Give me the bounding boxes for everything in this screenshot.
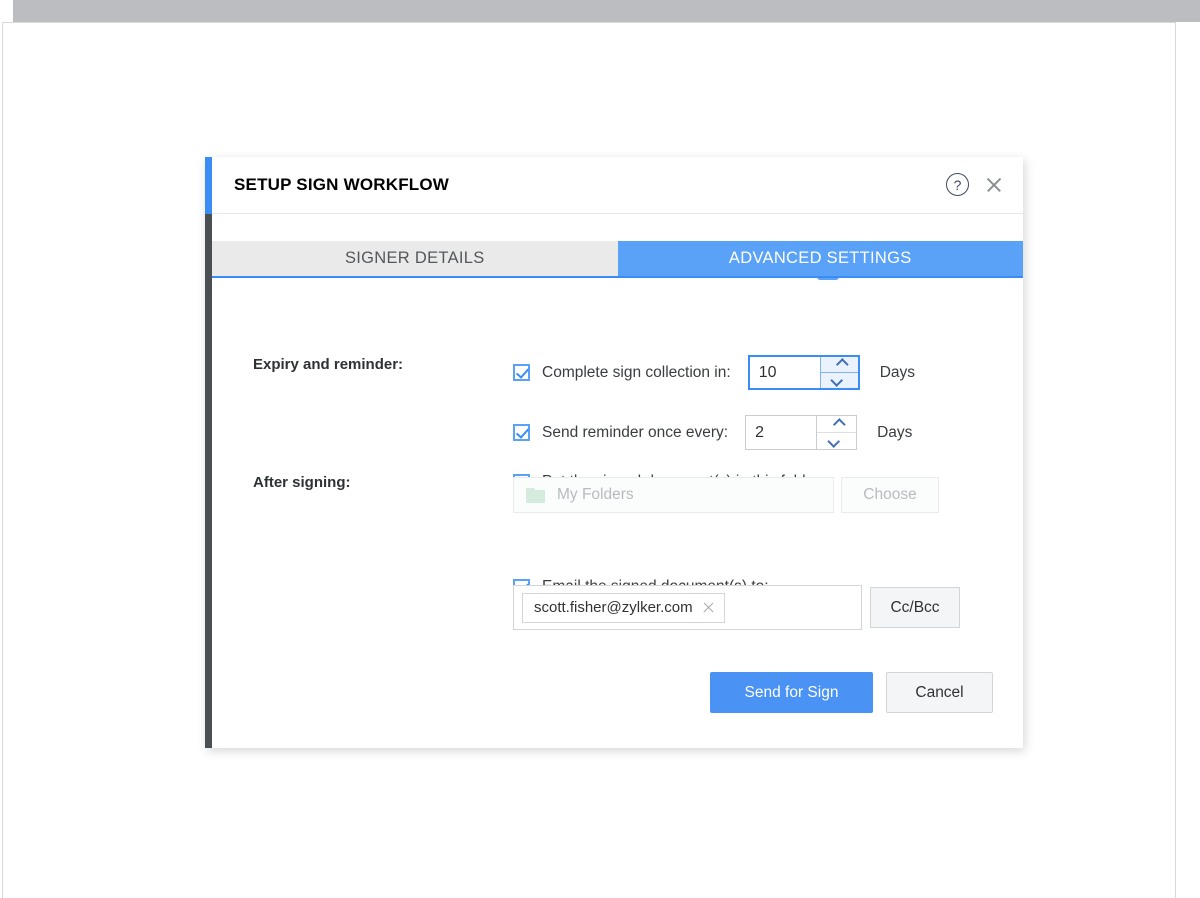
dialog-body: Expiry and reminder: Complete sign colle…	[212, 280, 1023, 748]
dialog-sidebar-bar	[205, 214, 212, 748]
complete-sign-checkbox[interactable]	[513, 364, 530, 381]
complete-sign-decrement[interactable]	[820, 372, 858, 388]
send-reminder-increment[interactable]	[817, 416, 857, 432]
browser-top-bar	[13, 0, 1200, 22]
folder-placeholder: My Folders	[557, 486, 634, 503]
send-reminder-input[interactable]	[746, 416, 817, 449]
dialog-tabs: SIGNER DETAILS ADVANCED SETTINGS	[212, 241, 1023, 278]
dialog-accent-bar	[205, 157, 212, 214]
tab-signer-details-label: SIGNER DETAILS	[344, 249, 485, 267]
screen: SETUP SIGN WORKFLOW ? SIGNER DETAILS ADV…	[0, 0, 1200, 898]
page-title: SETUP SIGN WORKFLOW	[234, 175, 450, 194]
expiry-section-label: Expiry and reminder:	[253, 356, 404, 373]
help-icon[interactable]: ?	[946, 173, 969, 196]
tab-signer-details[interactable]: SIGNER DETAILS	[212, 241, 618, 276]
setup-sign-workflow-dialog: SETUP SIGN WORKFLOW ? SIGNER DETAILS ADV…	[205, 157, 1023, 748]
email-input[interactable]: scott.fisher@zylker.com	[513, 585, 862, 630]
remove-recipient-icon[interactable]	[702, 601, 715, 614]
complete-sign-increment[interactable]	[820, 357, 858, 372]
tab-advanced-settings[interactable]: ADVANCED SETTINGS	[617, 241, 1023, 276]
send-reminder-spinners	[816, 416, 857, 449]
send-reminder-unit: Days	[877, 423, 913, 441]
dialog-actions: Send for Sign Cancel	[710, 672, 993, 713]
complete-sign-spinners	[819, 357, 858, 388]
email-recipient-chip[interactable]: scott.fisher@zylker.com	[522, 592, 725, 623]
send-reminder-checkbox[interactable]	[513, 424, 530, 441]
email-recipients-row: scott.fisher@zylker.com Cc/Bcc	[513, 585, 960, 630]
header-icon-group: ?	[946, 173, 1005, 196]
complete-sign-row: Complete sign collection in: Days	[513, 355, 915, 390]
complete-sign-unit: Days	[879, 363, 916, 381]
dialog-header: SETUP SIGN WORKFLOW ?	[212, 157, 1023, 214]
complete-sign-input[interactable]	[749, 357, 820, 388]
complete-sign-label: Complete sign collection in:	[542, 363, 731, 381]
send-for-sign-button[interactable]: Send for Sign	[710, 672, 873, 713]
email-recipient-text: scott.fisher@zylker.com	[534, 599, 693, 616]
after-signing-section-label: After signing:	[253, 474, 351, 491]
complete-sign-stepper[interactable]	[747, 355, 860, 390]
tab-advanced-settings-label: ADVANCED SETTINGS	[728, 249, 912, 267]
send-reminder-decrement[interactable]	[817, 432, 857, 449]
cancel-button[interactable]: Cancel	[886, 672, 993, 713]
folder-icon	[526, 487, 545, 503]
folder-input[interactable]: My Folders	[513, 477, 834, 513]
send-reminder-row: Send reminder once every: Days	[513, 415, 912, 450]
choose-folder-button[interactable]: Choose	[841, 477, 939, 513]
close-icon[interactable]	[983, 174, 1005, 196]
folder-picker-row: My Folders Choose	[513, 477, 939, 513]
send-reminder-stepper[interactable]	[745, 415, 858, 450]
cc-bcc-button[interactable]: Cc/Bcc	[870, 587, 960, 628]
send-reminder-label: Send reminder once every:	[542, 423, 729, 441]
